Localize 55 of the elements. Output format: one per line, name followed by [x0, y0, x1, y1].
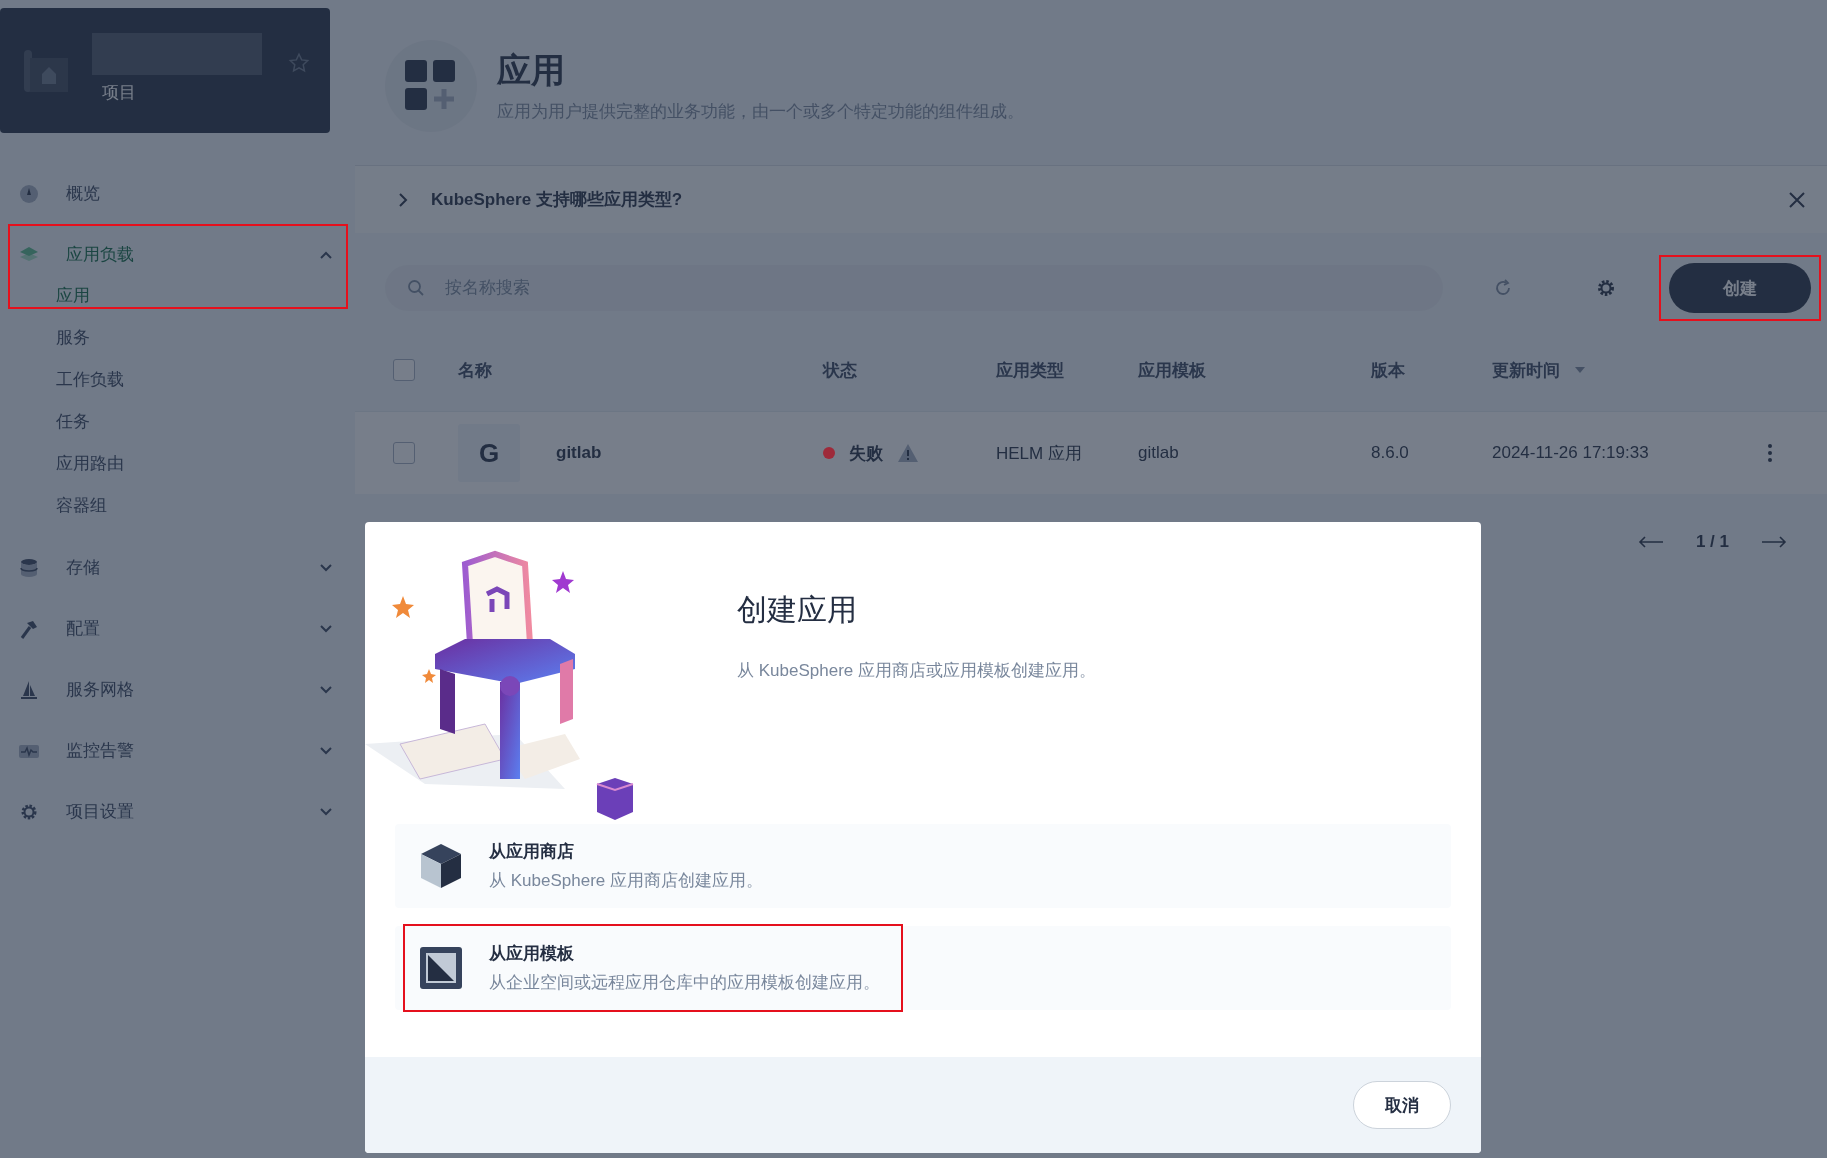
column-header[interactable]: 版本 — [1371, 358, 1405, 382]
arrow-right-icon[interactable] — [1761, 536, 1787, 548]
option-title: 从应用商店 — [489, 841, 575, 863]
nav-item[interactable]: 服务网格 — [0, 659, 355, 720]
option-description: 从企业空间或远程应用仓库中的应用模板创建应用。 — [489, 972, 880, 994]
nav-subitem[interactable]: 服务 — [0, 317, 355, 359]
close-icon[interactable] — [1787, 189, 1807, 210]
column-header[interactable]: 应用模板 — [1138, 358, 1206, 382]
nav-subitem[interactable]: 任务 — [0, 401, 355, 443]
arrow-left-icon[interactable] — [1637, 536, 1664, 548]
nav-subitem[interactable]: 容器组 — [0, 485, 355, 527]
chevron-icon[interactable] — [397, 191, 409, 208]
table-cell-text: 2024-11-26 17:19:33 — [1492, 443, 1650, 463]
cube-icon — [419, 842, 463, 890]
column-header[interactable]: 更新时间 — [1492, 358, 1560, 382]
nav-item[interactable]: 概览 — [0, 163, 355, 224]
more-icon[interactable] — [1767, 443, 1773, 463]
checkbox[interactable] — [393, 442, 415, 464]
create-button[interactable]: 创建 — [1669, 263, 1811, 313]
column-header[interactable]: 名称 — [458, 358, 492, 382]
nav-item[interactable]: 项目设置 — [0, 781, 355, 842]
column-header[interactable]: 状态 — [823, 358, 857, 382]
app-avatar: G — [458, 424, 520, 482]
page-indicator: 1 / 1 — [1695, 532, 1729, 552]
nav-subitem[interactable]: 应用路由 — [0, 443, 355, 485]
option-description: 从 KubeSphere 应用商店创建应用。 — [489, 870, 763, 892]
column-header[interactable]: 应用类型 — [996, 358, 1064, 382]
gauge-icon — [18, 182, 40, 205]
cancel-button[interactable]: 取消 — [1353, 1081, 1451, 1129]
banner-text[interactable]: KubeSphere 支持哪些应用类型? — [431, 188, 1765, 211]
app-name-link[interactable]: gitlab — [556, 443, 602, 463]
database-icon — [18, 556, 40, 579]
status-text: 失败 — [849, 442, 883, 465]
dialog-description: 从 KubeSphere 应用商店或应用模板创建应用。 — [737, 660, 1096, 682]
option-card[interactable]: 从应用模板 从企业空间或远程应用仓库中的应用模板创建应用。 — [395, 926, 1451, 1010]
nav-subitem[interactable]: 工作负载 — [0, 359, 355, 401]
table-cell-text: HELM 应用 — [996, 442, 1083, 465]
table-cell-text: gitlab — [1138, 443, 1180, 463]
nav-item[interactable]: 配置 — [0, 598, 355, 659]
template-icon — [419, 946, 463, 990]
settings-icon[interactable] — [1595, 277, 1617, 299]
sort-caret-icon[interactable] — [1574, 366, 1586, 374]
page-title: 应用 — [497, 50, 566, 91]
refresh-icon[interactable] — [1493, 278, 1513, 298]
table-cell-text: 8.6.0 — [1371, 443, 1410, 463]
table-row[interactable]: G gitlab 失败 HELM 应用 gitlab 8.6.0 2024-11-26 17:19:33 — [355, 411, 1827, 494]
project-icon — [22, 48, 70, 94]
star-icon[interactable] — [288, 52, 310, 74]
project-label: 项目 — [101, 82, 137, 104]
dialog-title: 创建应用 — [737, 592, 858, 628]
nav-item[interactable]: 监控告警 — [0, 720, 355, 781]
nav-item[interactable]: 存储 — [0, 537, 355, 598]
option-card[interactable]: 从应用商店 从 KubeSphere 应用商店创建应用。 — [395, 824, 1451, 908]
option-title: 从应用模板 — [489, 943, 575, 965]
checkbox[interactable] — [393, 359, 415, 381]
